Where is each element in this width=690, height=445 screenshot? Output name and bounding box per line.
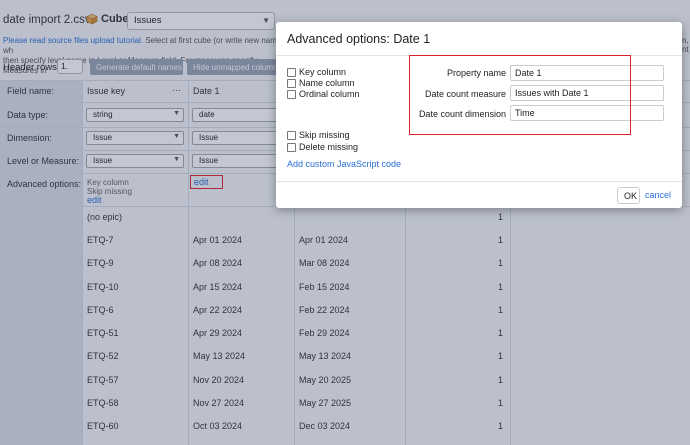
ok-button[interactable]: OK [617, 187, 640, 204]
delete-missing-checkbox-row[interactable]: Delete missing [287, 142, 358, 152]
skip-missing-label: Skip missing [299, 130, 350, 140]
dialog-footer-divider [276, 181, 682, 182]
name-column-checkbox[interactable] [287, 78, 296, 88]
skip-missing-checkbox-row[interactable]: Skip missing [287, 130, 350, 140]
dialog-title: Advanced options: Date 1 [287, 32, 431, 46]
add-custom-javascript-link[interactable]: Add custom JavaScript code [287, 159, 401, 169]
advanced-options-dialog: Advanced options: Date 1 Key column Name… [276, 22, 682, 208]
key-column-checkbox[interactable] [287, 67, 296, 77]
properties-highlight-box [409, 55, 631, 135]
ordinal-column-checkbox-row[interactable]: Ordinal column [287, 89, 360, 99]
key-column-label: Key column [299, 67, 347, 77]
delete-missing-checkbox[interactable] [287, 142, 296, 152]
ordinal-column-checkbox[interactable] [287, 89, 296, 99]
cancel-link[interactable]: cancel [645, 190, 671, 200]
key-column-checkbox-row[interactable]: Key column [287, 67, 346, 77]
name-column-checkbox-row[interactable]: Name column [287, 78, 355, 88]
ordinal-column-label: Ordinal column [299, 89, 360, 99]
name-column-label: Name column [299, 78, 355, 88]
skip-missing-checkbox[interactable] [287, 130, 296, 140]
delete-missing-label: Delete missing [299, 142, 359, 152]
